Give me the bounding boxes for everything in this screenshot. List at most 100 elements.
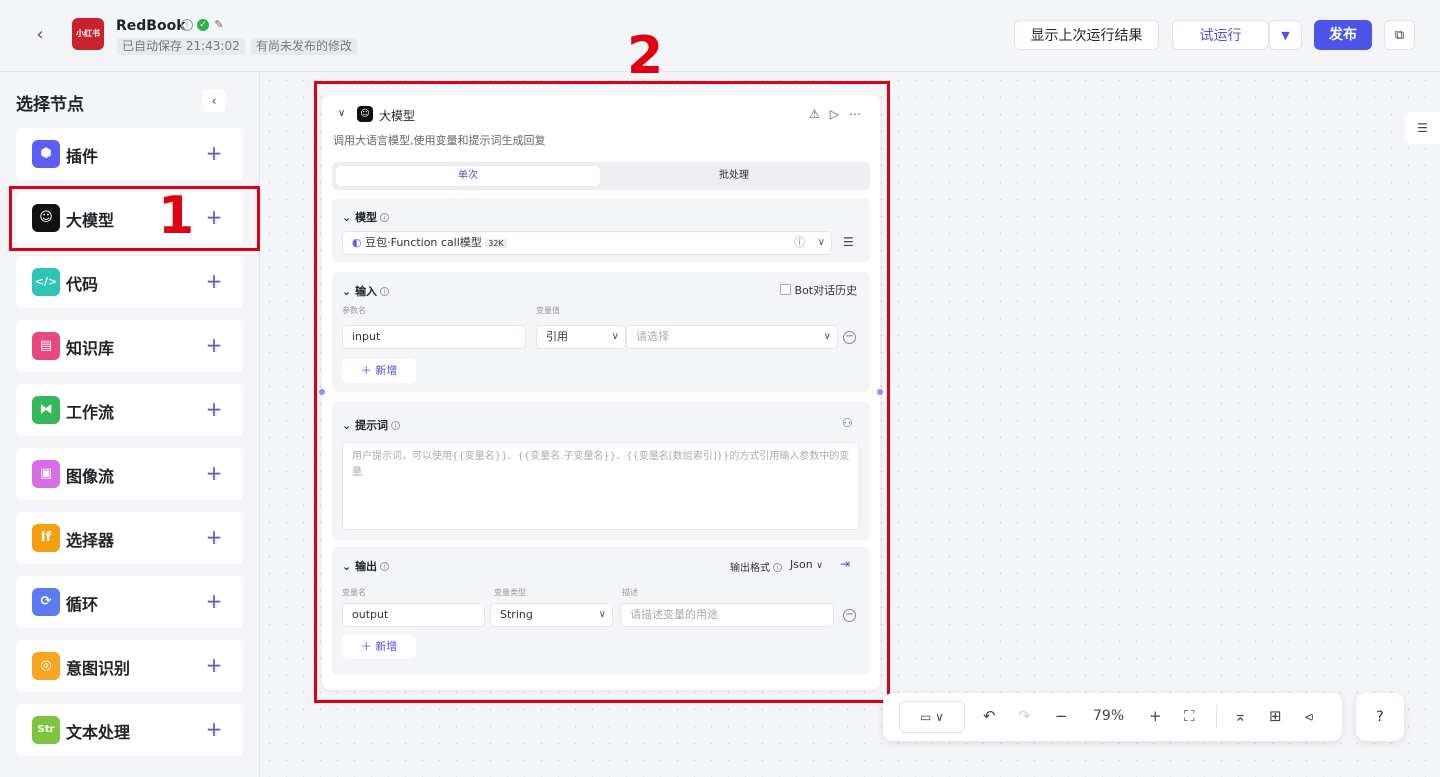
publish-button[interactable]: 发布 xyxy=(1314,20,1372,50)
add-intent-button[interactable]: + xyxy=(204,652,224,680)
ref-type-select[interactable]: 引用 ∨ xyxy=(536,325,626,349)
output-description-input[interactable]: 请描述变量的用途 xyxy=(620,603,834,627)
output-type-select[interactable]: String ∨ xyxy=(490,603,613,627)
edit-icon[interactable]: ✎ xyxy=(213,19,225,31)
sidebar-item-label: 选择器 xyxy=(66,531,115,550)
imageflow-icon: ▣ xyxy=(32,460,60,488)
sidebar-item-label: 循环 xyxy=(66,595,99,614)
sidebar-item-intent[interactable]: ◎ 意图识别 + xyxy=(16,640,243,692)
chevron-down-icon[interactable]: ⌄ xyxy=(342,419,351,432)
output-name-input[interactable]: output xyxy=(342,603,485,627)
right-port[interactable] xyxy=(877,389,883,395)
zoom-level: 79% xyxy=(1093,708,1125,724)
add-code-button[interactable]: + xyxy=(204,268,224,296)
sidebar-item-selector[interactable]: If 选择器 + xyxy=(16,512,243,564)
info-icon[interactable]: i xyxy=(391,421,401,430)
undo-icon[interactable]: ↶ xyxy=(983,707,996,725)
left-port[interactable] xyxy=(319,389,325,395)
more-icon[interactable]: ⋯ xyxy=(849,107,861,121)
test-run-button[interactable]: 试运行 xyxy=(1172,20,1269,50)
info-icon[interactable]: i xyxy=(181,19,193,31)
play-icon[interactable]: ▷ xyxy=(830,107,839,121)
canvas-toolbar: ▭ ∨ ↶ ↷ − 79% + ⛶ ⌅ ⊞ ⪦ xyxy=(883,693,1342,741)
text-icon: Str xyxy=(32,716,60,744)
tab-single[interactable]: 单次 xyxy=(336,166,600,186)
add-loop-button[interactable]: + xyxy=(204,588,224,616)
test-run-dropdown-icon[interactable]: ▼ xyxy=(1269,20,1302,50)
info-icon[interactable]: ⓘ xyxy=(794,232,805,254)
info-icon[interactable]: i xyxy=(773,563,782,572)
add-output-button[interactable]: ＋ 新增 xyxy=(342,635,416,659)
prompt-library-icon[interactable]: ⚇ xyxy=(842,416,853,430)
minimap-toggle[interactable]: ▭ ∨ xyxy=(899,701,965,733)
workflow-icon: ⧓ xyxy=(32,396,60,424)
chevron-down-icon[interactable]: ⌄ xyxy=(342,211,351,224)
sidebar-item-code[interactable]: </> 代码 + xyxy=(16,256,243,308)
zoom-out-icon[interactable]: − xyxy=(1055,707,1068,725)
prompt-textarea[interactable]: 用户提示词，可以使用{{变量名}}、{{变量名.子变量名}}、{{变量名[数组索… xyxy=(342,442,860,530)
sidebar-item-loop[interactable]: ⟳ 循环 + xyxy=(16,576,243,628)
variable-select[interactable]: 请选择 ∨ xyxy=(626,325,838,349)
add-workflow-button[interactable]: + xyxy=(204,396,224,424)
model-context-badge: 32K xyxy=(485,239,507,248)
help-icon[interactable]: ? xyxy=(1356,693,1404,741)
model-select[interactable]: ◐ 豆包·Function call模型 32K ⓘ ∨ xyxy=(342,231,832,255)
settings-icon[interactable]: ☰ xyxy=(843,235,854,249)
sidebar-item-label: 工作流 xyxy=(66,403,115,422)
col-description: 描述 xyxy=(622,588,638,597)
autosave-tag: 已自动保存 21:43:02 xyxy=(117,38,245,55)
chevron-down-icon[interactable]: ⌄ xyxy=(342,285,351,298)
sidebar-item-knowledge[interactable]: ▤ 知识库 + xyxy=(16,320,243,372)
sidebar-title: 选择节点 xyxy=(16,95,84,115)
sidebar-item-plugin[interactable]: ⬢ 插件 + xyxy=(16,128,243,180)
zoom-in-icon[interactable]: + xyxy=(1149,707,1162,725)
redo-icon[interactable]: ↷ xyxy=(1018,707,1031,725)
sidebar-item-label: 代码 xyxy=(66,275,99,294)
import-icon[interactable]: ⇥ xyxy=(840,557,850,571)
llm-node-card[interactable]: ∨ ☺ 大模型 ⚠ ▷ ⋯ 调用大语言模型,使用变量和提示词生成回复 单次 批处… xyxy=(322,95,880,690)
add-selector-button[interactable]: + xyxy=(204,524,224,552)
sidebar-item-text[interactable]: Str 文本处理 + xyxy=(16,704,243,756)
collapse-all-icon[interactable]: ⌅ xyxy=(1234,707,1247,725)
checkbox-icon[interactable] xyxy=(780,284,791,295)
chevron-down-icon[interactable]: ⌄ xyxy=(342,560,351,573)
remove-icon[interactable]: − xyxy=(843,331,856,344)
info-icon[interactable]: i xyxy=(380,562,390,571)
section-title-prompt: ⌄ 提示词 i xyxy=(342,417,401,433)
info-icon[interactable]: i xyxy=(380,287,390,296)
intent-icon: ◎ xyxy=(32,652,60,680)
remove-icon[interactable]: − xyxy=(843,609,856,622)
bot-history-checkbox[interactable]: Bot对话历史 xyxy=(780,282,857,298)
sidebar-item-label: 文本处理 xyxy=(66,723,131,742)
add-knowledge-button[interactable]: + xyxy=(204,332,224,360)
mode-tabs: 单次 批处理 xyxy=(332,162,870,190)
annotation-number-2: 2 xyxy=(627,26,664,86)
collapse-icon[interactable]: ‹ xyxy=(202,90,226,112)
sidebar-item-imageflow[interactable]: ▣ 图像流 + xyxy=(16,448,243,500)
output-format-select[interactable]: Json ∨ xyxy=(790,558,823,571)
section-title-input: ⌄ 输入 i xyxy=(342,283,390,299)
app-status-icons: i ✓ ✎ xyxy=(181,19,225,31)
bug-off-icon[interactable]: ⚠ xyxy=(809,107,820,121)
info-icon[interactable]: i xyxy=(380,213,390,222)
chevron-down-icon[interactable]: ∨ xyxy=(338,108,345,119)
connector-style-icon[interactable]: ⪦ xyxy=(1305,707,1313,725)
add-plugin-button[interactable]: + xyxy=(204,140,224,168)
grid-layout-icon[interactable]: ⊞ xyxy=(1269,707,1282,725)
param-name-input[interactable]: input xyxy=(342,325,526,349)
add-imageflow-button[interactable]: + xyxy=(204,460,224,488)
app-logo: 小红书 xyxy=(72,18,104,50)
output-section: ⌄ 输出 i 输出格式 i Json ∨ ⇥ 变量名 变量类型 描述 output … xyxy=(332,547,870,675)
fit-view-icon[interactable]: ⛶ xyxy=(1184,707,1195,725)
highlight-box-1 xyxy=(9,186,260,251)
sidebar-item-workflow[interactable]: ⧓ 工作流 + xyxy=(16,384,243,436)
add-text-button[interactable]: + xyxy=(204,716,224,744)
back-icon[interactable]: ‹ xyxy=(30,24,50,46)
add-input-button[interactable]: ＋ 新增 xyxy=(342,359,416,383)
tab-batch[interactable]: 批处理 xyxy=(602,166,866,186)
output-format-label: 输出格式 i xyxy=(730,559,782,574)
show-last-result-button[interactable]: 显示上次运行结果 xyxy=(1014,20,1159,50)
copy-icon[interactable]: ⧉ xyxy=(1384,20,1415,50)
panel-toggle-icon[interactable]: ☰ xyxy=(1405,112,1440,144)
doubao-icon: ◐ xyxy=(352,236,362,249)
